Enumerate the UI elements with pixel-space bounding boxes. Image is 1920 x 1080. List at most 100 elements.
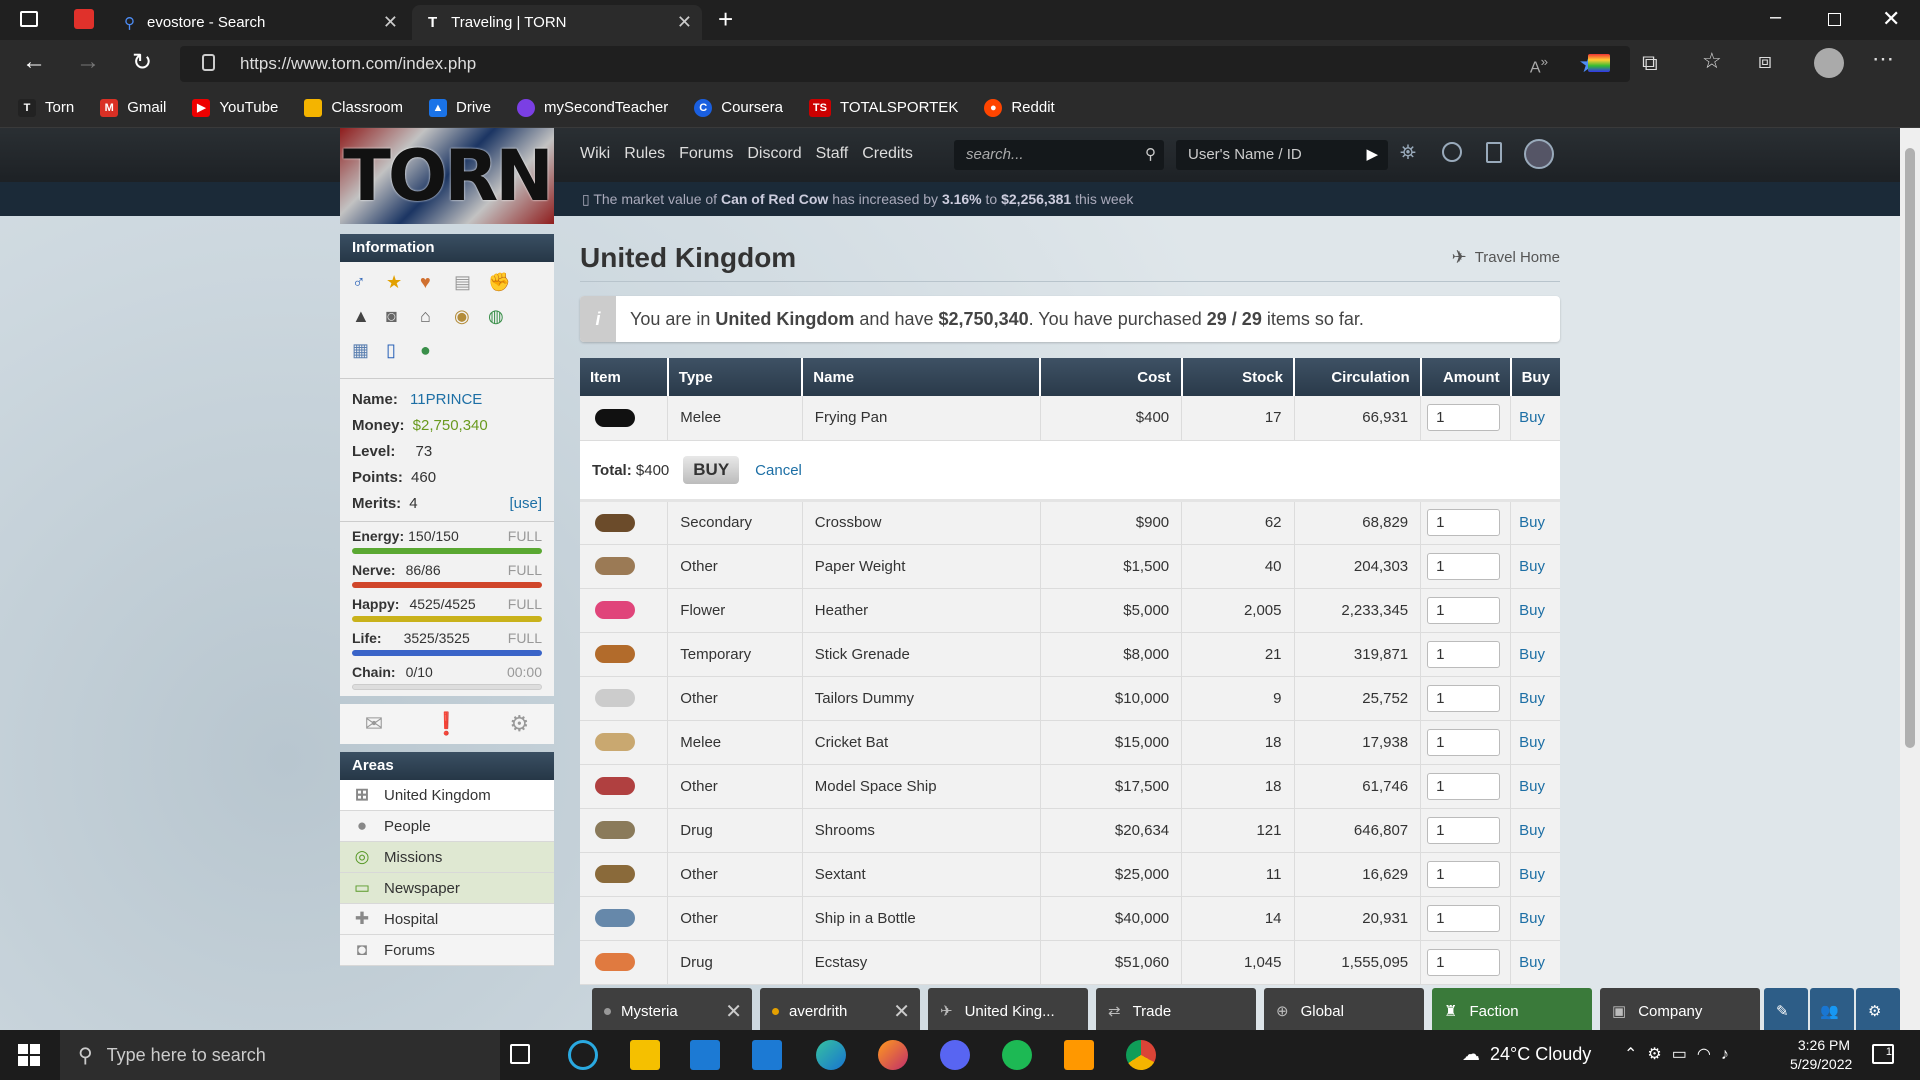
buy-link[interactable]: Buy [1519,910,1545,927]
tab-evostore-search[interactable]: ⚲ evostore - Search ✕ [108,5,408,40]
area-newspaper[interactable]: ▭ Newspaper [340,873,554,904]
favorites-icon[interactable]: ☆ [1702,48,1722,74]
star-icon[interactable]: ★ [386,272,420,306]
collections-icon[interactable]: ⧈ [1758,48,1772,74]
bookmark-classroom[interactable]: Classroom [304,98,403,117]
file-explorer-icon[interactable] [630,1040,660,1070]
weather-widget[interactable]: ☁ 24°C Cloudy [1462,1044,1591,1065]
bookmark-drive[interactable]: ▲ Drive [429,98,491,117]
amount-input[interactable]: 1 [1427,596,1501,624]
book-icon[interactable]: ▯ [386,340,420,374]
education-cap-icon[interactable]: ▲ [352,306,386,340]
minimize-icon[interactable]: – [1770,6,1781,29]
buy-link[interactable]: Buy [1519,602,1545,619]
bank-icon[interactable]: ⌂ [420,306,454,340]
travel-home-link[interactable]: ✈ Travel Home [1452,247,1560,268]
refresh-icon[interactable]: ↻ [132,48,152,77]
amount-input[interactable]: 1 [1427,860,1501,888]
amount-input[interactable]: 1 [1427,404,1501,432]
mail-icon[interactable]: ✉ [365,711,383,737]
taskbar-search-box[interactable]: ⚲ Type here to search [60,1030,500,1080]
back-icon[interactable]: ← [22,48,46,76]
buy-link[interactable]: Buy [1519,778,1545,795]
area-missions[interactable]: ◎ Missions [340,842,554,873]
url-bar[interactable]: https://www.torn.com/index.php A» ★ [180,46,1630,82]
chat-tab-averdrith[interactable]: averdrith ✕ [760,988,920,1030]
buy-link[interactable]: Buy [1519,558,1545,575]
notification-icon[interactable]: 1 [1872,1044,1894,1064]
crossbow-icon[interactable] [584,506,646,540]
globe-icon[interactable]: ● [420,340,454,374]
area-united-kingdom[interactable]: ⊞ United Kingdom [340,780,554,811]
alert-icon[interactable]: ❗ [433,711,460,737]
buy-link[interactable]: Buy [1519,646,1545,663]
tab-traveling-torn[interactable]: T Traveling | TORN ✕ [412,5,702,40]
scrollbar-track[interactable] [1900,128,1920,1030]
pan-icon[interactable] [584,401,646,435]
sublime-icon[interactable] [1064,1040,1094,1070]
cortana-icon[interactable] [568,1040,598,1070]
people-button[interactable]: 👥 [1810,988,1854,1030]
user-avatar-icon[interactable] [1524,139,1554,169]
search-icon[interactable]: ⚲ [1145,140,1156,170]
close-icon[interactable]: ✕ [725,999,742,1024]
firefox-icon[interactable] [878,1040,908,1070]
clock-icon[interactable] [1442,142,1462,162]
chat-settings-button[interactable]: ⚙ [1856,988,1900,1030]
heather-icon[interactable] [584,593,646,627]
bookmark-totalsportek[interactable]: TS TOTALSPORTEK [808,98,958,117]
close-icon[interactable]: ✕ [893,999,910,1024]
amount-input[interactable]: 1 [1427,904,1501,932]
amount-input[interactable]: 1 [1427,640,1501,668]
cancel-link[interactable]: Cancel [755,462,802,479]
nav-wiki[interactable]: Wiki [580,145,610,163]
extension-icon[interactable] [1588,54,1610,72]
spaceship-icon[interactable] [584,769,646,803]
ecstasy-icon[interactable] [584,945,646,979]
buy-link[interactable]: Buy [1519,409,1545,426]
amount-input[interactable]: 1 [1427,772,1501,800]
area-forums[interactable]: ◘ Forums [340,935,554,966]
nav-rules[interactable]: Rules [624,145,665,163]
bar-nerve[interactable]: Nerve: 86/86 FULL [352,562,542,588]
close-tab-icon[interactable]: ✕ [383,12,398,33]
heart-icon[interactable]: ♥ [420,272,454,306]
bottle-icon[interactable] [584,901,646,935]
close-tab-icon[interactable]: ✕ [677,12,692,33]
chrome-icon[interactable] [1126,1040,1156,1070]
grenade-icon[interactable] [584,637,646,671]
restore-icon[interactable] [1828,13,1841,26]
browser-app-icon[interactable] [74,9,94,29]
close-window-icon[interactable]: ✕ [1882,6,1900,32]
clipboard-icon[interactable] [1486,142,1502,163]
chat-tab-faction[interactable]: ♜ Faction [1432,988,1592,1030]
buy-link[interactable]: Buy [1519,690,1545,707]
bookmark-coursera[interactable]: C Coursera [694,98,783,117]
buy-link[interactable]: Buy [1519,514,1545,531]
spotify-icon[interactable] [1002,1040,1032,1070]
settings-menu-icon[interactable]: ⋯ [1872,46,1894,72]
shrooms-icon[interactable] [584,813,646,847]
amount-input[interactable]: 1 [1427,728,1501,756]
extensions-puzzle-icon[interactable]: ⧉ [1642,50,1658,76]
read-aloud-icon[interactable]: A» [1530,54,1548,77]
area-hospital[interactable]: ✚ Hospital [340,904,554,935]
task-view-icon[interactable] [510,1044,530,1064]
store-icon[interactable] [690,1040,720,1070]
camera-icon[interactable]: ◙ [386,306,420,340]
amount-input[interactable]: 1 [1427,552,1501,580]
nav-staff[interactable]: Staff [816,145,849,163]
discord-icon[interactable] [940,1040,970,1070]
bookmark-mysecondteacher[interactable]: mySecondTeacher [517,98,668,117]
chat-tab-global[interactable]: ⊕ Global [1264,988,1424,1030]
notes-button[interactable]: ✎ [1764,988,1808,1030]
chat-tab-trade[interactable]: ⇄ Trade [1096,988,1256,1030]
profile-avatar[interactable] [1814,48,1844,78]
bar-life[interactable]: Life: 3525/3525 FULL [352,630,542,656]
torn-logo[interactable]: TORN [340,128,554,224]
bookmark-torn[interactable]: T Torn [18,98,74,117]
bar-energy[interactable]: Energy: 150/150 FULL [352,528,542,554]
player-name[interactable]: 11PRINCE [410,391,482,408]
amount-input[interactable]: 1 [1427,509,1501,536]
chat-tab-mysteria[interactable]: Mysteria ✕ [592,988,752,1030]
